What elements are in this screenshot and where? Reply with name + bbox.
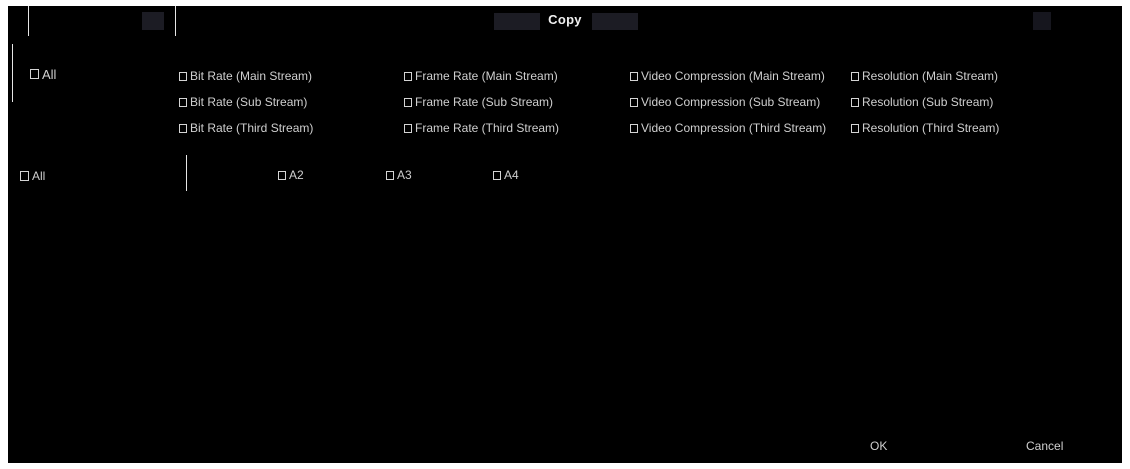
checkbox[interactable]: [404, 97, 412, 107]
dialog-title: Copy: [548, 12, 582, 27]
option-label: Frame Rate (Third Stream): [415, 121, 560, 135]
channels-divider: [186, 155, 187, 191]
checkbox[interactable]: [851, 97, 859, 107]
option-video-compression-main[interactable]: Video Compression (Main Stream): [630, 68, 850, 84]
option-label: Frame Rate (Main Stream): [415, 69, 558, 83]
params-left-border: [12, 44, 13, 102]
checkbox[interactable]: [851, 123, 859, 133]
option-video-compression-sub[interactable]: Video Compression (Sub Stream): [630, 94, 850, 110]
option-label: Video Compression (Main Stream): [641, 69, 825, 83]
copy-dialog: Copy All Bit Rate (Main Stream) Frame Ra…: [8, 6, 1122, 463]
checkbox[interactable]: [493, 170, 501, 180]
option-frame-rate-sub[interactable]: Frame Rate (Sub Stream): [404, 94, 626, 110]
option-label: Video Compression (Third Stream): [641, 121, 827, 135]
channel-a2[interactable]: A2: [278, 167, 304, 183]
close-icon[interactable]: [1033, 12, 1051, 30]
option-label: Frame Rate (Sub Stream): [415, 95, 554, 109]
checkbox[interactable]: [179, 71, 187, 81]
channel-label: A3: [397, 168, 412, 182]
option-label: Resolution (Third Stream): [862, 121, 1000, 135]
option-label: Resolution (Main Stream): [862, 69, 999, 83]
option-bit-rate-main[interactable]: Bit Rate (Main Stream): [179, 68, 377, 84]
channel-a4[interactable]: A4: [493, 167, 519, 183]
option-bit-rate-third[interactable]: Bit Rate (Third Stream): [179, 120, 377, 136]
option-frame-rate-third[interactable]: Frame Rate (Third Stream): [404, 120, 626, 136]
option-video-compression-third[interactable]: Video Compression (Third Stream): [630, 120, 850, 136]
checkbox[interactable]: [179, 97, 187, 107]
option-resolution-main[interactable]: Resolution (Main Stream): [851, 68, 1051, 84]
option-label: Bit Rate (Main Stream): [190, 69, 313, 83]
channels-select-all[interactable]: All: [20, 168, 45, 184]
checkbox[interactable]: [404, 71, 412, 81]
checkbox[interactable]: [630, 97, 638, 107]
checkbox[interactable]: [630, 71, 638, 81]
channels-all-label: All: [32, 169, 46, 183]
checkbox[interactable]: [851, 71, 859, 81]
channels-all-checkbox[interactable]: [20, 171, 29, 181]
checkbox[interactable]: [278, 170, 286, 180]
title-bar: Copy: [8, 6, 1122, 36]
cancel-button[interactable]: Cancel: [1026, 439, 1063, 453]
option-resolution-sub[interactable]: Resolution (Sub Stream): [851, 94, 1051, 110]
option-bit-rate-sub[interactable]: Bit Rate (Sub Stream): [179, 94, 377, 110]
channel-a3[interactable]: A3: [386, 167, 412, 183]
option-resolution-third[interactable]: Resolution (Third Stream): [851, 120, 1051, 136]
option-frame-rate-main[interactable]: Frame Rate (Main Stream): [404, 68, 626, 84]
select-all-checkbox[interactable]: [30, 69, 39, 79]
select-all-label: All: [42, 66, 57, 82]
option-label: Resolution (Sub Stream): [862, 95, 994, 109]
option-label: Video Compression (Sub Stream): [641, 95, 821, 109]
channel-label: A4: [504, 168, 519, 182]
channel-label: A2: [289, 168, 304, 182]
checkbox[interactable]: [404, 123, 412, 133]
option-label: Bit Rate (Third Stream): [190, 121, 314, 135]
checkbox[interactable]: [630, 123, 638, 133]
checkbox[interactable]: [386, 170, 394, 180]
checkbox[interactable]: [179, 123, 187, 133]
option-label: Bit Rate (Sub Stream): [190, 95, 308, 109]
ok-button[interactable]: OK: [870, 439, 887, 453]
params-select-all[interactable]: All: [30, 66, 56, 82]
